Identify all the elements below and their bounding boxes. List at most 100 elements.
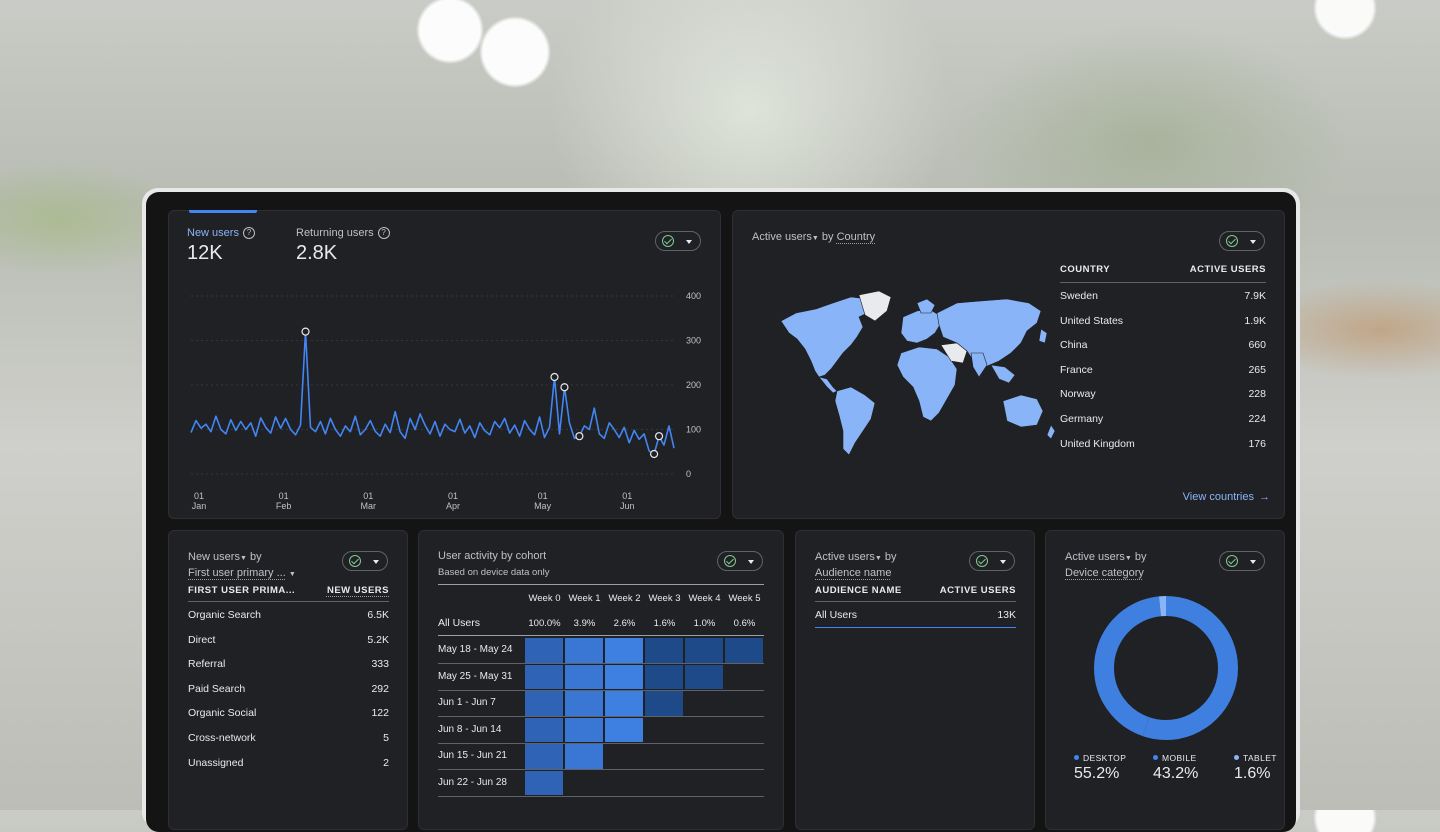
- table-row[interactable]: Norway 228: [1060, 384, 1266, 408]
- annotation-marker[interactable]: [560, 383, 569, 392]
- cohort-cell[interactable]: [645, 691, 683, 716]
- table-row[interactable]: Referral 333: [188, 654, 389, 678]
- table-row[interactable]: Germany 224: [1060, 409, 1266, 433]
- title-metric[interactable]: Active users: [1065, 551, 1125, 563]
- map-australia: [1002, 394, 1044, 428]
- view-countries-link[interactable]: View countries →: [1183, 491, 1270, 503]
- x-tick-month: Jan: [192, 501, 207, 511]
- table-row[interactable]: Cross-network 5: [188, 728, 389, 752]
- compare-dropdown[interactable]: [969, 551, 1015, 571]
- table-row[interactable]: United States 1.9K: [1060, 311, 1266, 335]
- map-greenland: [858, 291, 892, 322]
- card-title: User activity by cohort: [438, 550, 547, 562]
- table-row[interactable]: Paid Search 292: [188, 679, 389, 703]
- card-title: Active users▼ by Country: [752, 231, 875, 243]
- cohort-cell[interactable]: [565, 638, 603, 663]
- annotation-marker[interactable]: [575, 432, 584, 441]
- table-row[interactable]: Unassigned 2: [188, 753, 389, 777]
- help-icon[interactable]: ?: [242, 227, 255, 239]
- title-metric[interactable]: New users: [188, 551, 240, 563]
- legend-value: 1.6%: [1234, 765, 1271, 782]
- col-active-users-header[interactable]: ACTIVE USERS: [940, 585, 1016, 596]
- week-header: Week 5: [728, 593, 761, 604]
- caret-down-icon: ▼: [811, 235, 819, 242]
- device-legend: DESKTOP 55.2% MOBILE 43.2% TABLET 1.6%: [1066, 753, 1276, 793]
- cohort-cell[interactable]: [525, 664, 563, 689]
- title-dimension[interactable]: Country: [837, 231, 876, 243]
- check-circle-icon: [976, 555, 988, 567]
- compare-dropdown[interactable]: [1219, 551, 1265, 571]
- compare-dropdown[interactable]: [1219, 231, 1265, 251]
- cohort-cell[interactable]: [525, 717, 563, 742]
- cohort-row-label: May 18 - May 24: [438, 644, 513, 655]
- table-row[interactable]: France 265: [1060, 360, 1266, 384]
- table-row[interactable]: Organic Social 122: [188, 703, 389, 727]
- row-value: 5: [383, 732, 389, 744]
- cohort-cell[interactable]: [685, 638, 723, 663]
- legend-item[interactable]: DESKTOP 55.2%: [1074, 753, 1126, 783]
- cohort-cell[interactable]: [725, 638, 763, 663]
- row-label: Cross-network: [188, 732, 256, 744]
- row-value: 6.5K: [367, 609, 389, 621]
- cohort-cell[interactable]: [685, 664, 723, 689]
- link-label: View countries: [1182, 491, 1254, 503]
- help-icon[interactable]: ?: [377, 227, 390, 239]
- legend-item[interactable]: MOBILE 43.2%: [1153, 753, 1198, 783]
- table-row[interactable]: Sweden 7.9K: [1060, 286, 1266, 310]
- compare-dropdown[interactable]: [655, 231, 701, 251]
- all-users-value: 2.6%: [613, 618, 636, 629]
- x-tick-day: 01: [448, 491, 458, 501]
- cohort-cell[interactable]: [525, 638, 563, 663]
- cohort-cell[interactable]: [605, 717, 643, 742]
- row-value: 660: [1248, 339, 1266, 352]
- col-audience-header[interactable]: AUDIENCE NAME: [815, 585, 902, 596]
- col-active-users-header[interactable]: ACTIVE USERS: [1190, 264, 1266, 275]
- all-users-value: 100.0%: [528, 618, 561, 629]
- cohort-cell[interactable]: [605, 638, 643, 663]
- users-trend-card: New users? 12K Returning users? 2.8K 400…: [168, 210, 721, 519]
- col-source-header[interactable]: FIRST USER PRIMA...: [188, 585, 295, 596]
- cohort-cell[interactable]: [565, 744, 603, 769]
- title-dimension[interactable]: First user primary ...: [188, 567, 286, 579]
- title-dimension[interactable]: Device category: [1065, 567, 1144, 579]
- cohort-cell[interactable]: [565, 664, 603, 689]
- cohort-row-label: Jun 15 - Jun 21: [438, 750, 507, 761]
- cohort-cell[interactable]: [525, 744, 563, 769]
- row-label: Unassigned: [188, 756, 244, 769]
- col-country-header[interactable]: COUNTRY: [1060, 264, 1110, 275]
- map-europe: [900, 308, 942, 344]
- cohort-cell[interactable]: [605, 664, 643, 689]
- row-value: 5.2K: [367, 633, 389, 646]
- title-metric[interactable]: Active users: [752, 231, 812, 243]
- legend-item[interactable]: TABLET 1.6%: [1234, 753, 1277, 783]
- annotation-marker[interactable]: [654, 432, 664, 441]
- cohort-cell[interactable]: [645, 638, 683, 663]
- cohort-cell[interactable]: [565, 717, 603, 742]
- annotation-marker[interactable]: [550, 372, 559, 382]
- compare-dropdown[interactable]: [342, 551, 388, 571]
- table-row[interactable]: United Kingdom 176: [1060, 434, 1266, 458]
- cohort-cell[interactable]: [605, 691, 643, 716]
- cohort-cell[interactable]: [525, 770, 563, 795]
- table-divider: [815, 601, 1016, 602]
- table-row[interactable]: Direct 5.2K: [188, 630, 389, 654]
- compare-dropdown[interactable]: [717, 551, 763, 571]
- cohort-cell[interactable]: [565, 691, 603, 716]
- x-tick-day: 01: [363, 491, 373, 501]
- check-circle-icon: [1226, 235, 1238, 247]
- chevron-down-icon: [373, 560, 379, 564]
- cohort-top-divider: [438, 584, 764, 585]
- col-new-users-header[interactable]: NEW USERS: [327, 585, 389, 596]
- annotation-marker[interactable]: [649, 449, 659, 459]
- caret-down-icon: ▼: [874, 555, 882, 562]
- cohort-cell[interactable]: [645, 664, 683, 689]
- title-metric[interactable]: Active users: [815, 551, 875, 563]
- table-row[interactable]: All Users 13K: [815, 605, 1016, 629]
- row-value: 13K: [997, 609, 1016, 621]
- table-row[interactable]: China 660: [1060, 335, 1266, 359]
- annotation-marker[interactable]: [301, 327, 310, 336]
- table-row[interactable]: Organic Search 6.5K: [188, 605, 389, 629]
- card-title: New users▼ by First user primary ... ▼: [188, 550, 296, 582]
- cohort-cell[interactable]: [525, 691, 563, 716]
- title-dimension[interactable]: Audience name: [815, 567, 891, 579]
